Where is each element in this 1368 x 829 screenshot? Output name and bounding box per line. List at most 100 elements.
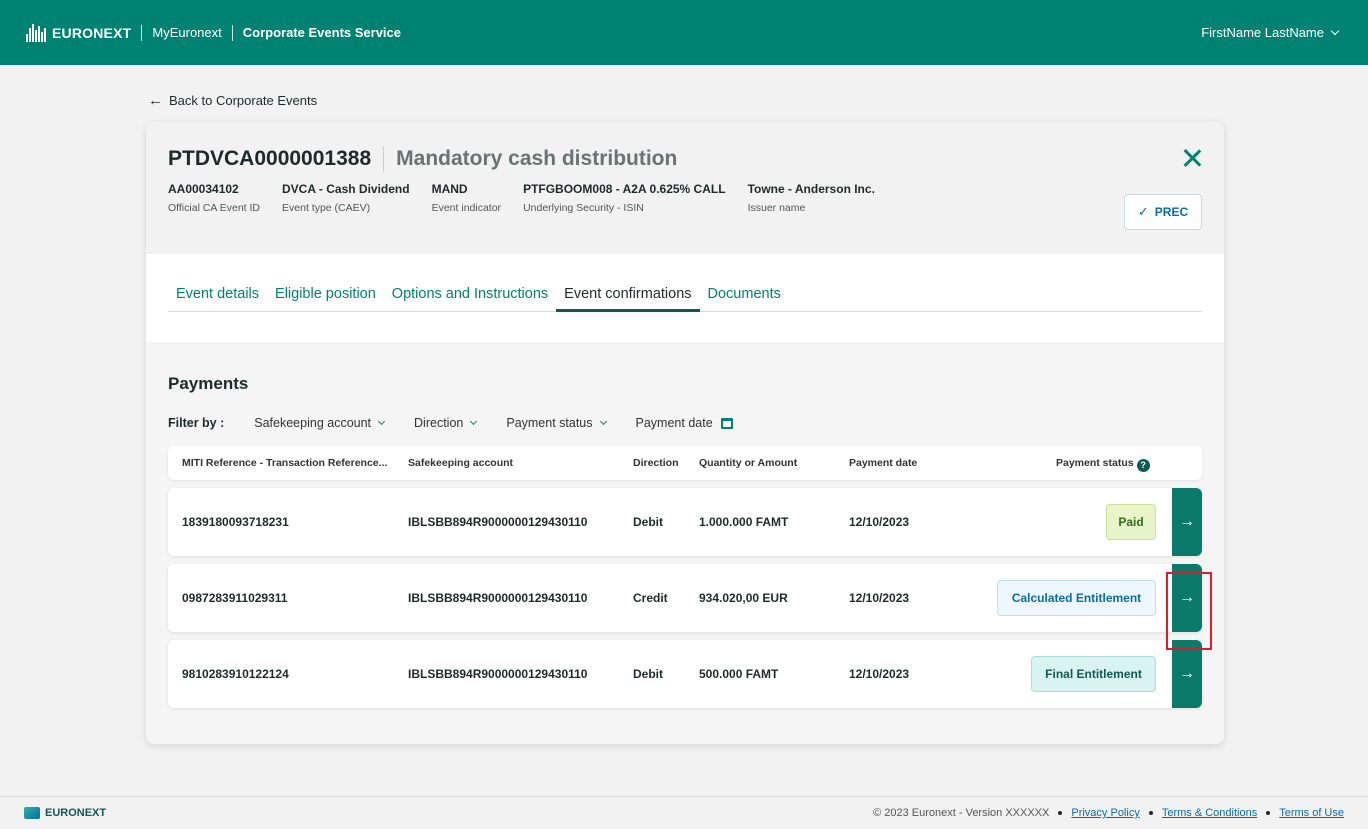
footer-logo-text: EURONEXT xyxy=(45,807,107,819)
separator-dot xyxy=(1266,811,1271,815)
tab-documents[interactable]: Documents xyxy=(700,286,789,312)
cell-date: 12/10/2023 xyxy=(849,591,910,605)
cell-date: 12/10/2023 xyxy=(849,667,910,681)
filter-payment-status[interactable]: Payment status xyxy=(506,416,607,430)
tab-bar: Event details Eligible position Options … xyxy=(168,286,1202,312)
privacy-policy-link[interactable]: Privacy Policy xyxy=(1071,807,1139,819)
table-row[interactable]: 9810283910122124 IBLSBB894R9000000129430… xyxy=(168,640,1202,708)
meta-label: Official CA Event ID xyxy=(168,202,261,214)
meta-label: Event type (CAEV) xyxy=(282,202,371,214)
cell-amount: 1.000.000 FAMT xyxy=(699,515,789,529)
cell-account: IBLSBB894R9000000129430110 xyxy=(408,515,588,529)
service-name[interactable]: Corporate Events Service xyxy=(243,25,401,40)
open-row-button[interactable]: → xyxy=(1172,488,1202,556)
filter-text: Direction xyxy=(414,416,464,430)
tabs-area: Event details Eligible position Options … xyxy=(168,254,1202,342)
meta-value: PTFGBOOM008 - A2A 0.625% CALL xyxy=(523,182,726,196)
payments-section: Payments Filter by : Safekeeping account… xyxy=(146,342,1224,744)
cell-amount: 500.000 FAMT xyxy=(699,667,779,681)
back-link[interactable]: ← Back to Corporate Events xyxy=(148,92,317,109)
prec-button[interactable]: ✓ PREC xyxy=(1124,194,1202,230)
euronext-logo-icon xyxy=(26,23,46,42)
table-row[interactable]: 1839180093718231 IBLSBB894R9000000129430… xyxy=(168,488,1202,556)
separator-dot xyxy=(1058,811,1063,815)
col-payment-status-label: Payment status xyxy=(1056,457,1134,469)
footer: EURONEXT © 2023 Euronext - Version XXXXX… xyxy=(0,796,1368,829)
footer-links: © 2023 Euronext - Version XXXXXX Privacy… xyxy=(873,807,1344,819)
cell-amount: 934.020,00 EUR xyxy=(699,591,788,605)
event-header: PTDVCA0000001388 Mandatory cash distribu… xyxy=(146,122,1224,254)
open-row-button[interactable]: → xyxy=(1172,640,1202,708)
filter-text: Payment date xyxy=(635,416,713,430)
tab-event-confirmations[interactable]: Event confirmations xyxy=(556,286,700,312)
meta-isin: PTFGBOOM008 - A2A 0.625% CALL Underlying… xyxy=(523,182,726,214)
cell-direction: Debit xyxy=(633,667,663,681)
arrow-right-icon: → xyxy=(1179,513,1195,530)
meta-label: Issuer name xyxy=(747,202,806,214)
arrow-left-icon: ← xyxy=(148,92,163,109)
event-id: PTDVCA0000001388 xyxy=(168,147,372,170)
euronext-logo[interactable]: EURONEXT xyxy=(26,23,132,42)
filter-direction[interactable]: Direction xyxy=(414,416,478,430)
copyright: © 2023 Euronext - Version XXXXXX xyxy=(873,807,1050,819)
chevron-down-icon xyxy=(599,417,607,425)
terms-of-use-link[interactable]: Terms of Use xyxy=(1279,807,1344,819)
help-icon[interactable]: ? xyxy=(1136,458,1150,472)
col-safekeeping[interactable]: Safekeeping account xyxy=(408,457,513,469)
status-badge: Final Entitlement xyxy=(1031,656,1156,692)
filter-text: Payment status xyxy=(506,416,593,430)
col-reference[interactable]: MITI Reference - Transaction Reference..… xyxy=(182,457,387,469)
separator-dot xyxy=(1148,811,1153,815)
back-link-label: Back to Corporate Events xyxy=(169,93,318,108)
myeuronext-link[interactable]: MyEuronext xyxy=(152,25,221,40)
tab-event-details[interactable]: Event details xyxy=(168,286,267,312)
event-card: PTDVCA0000001388 Mandatory cash distribu… xyxy=(146,122,1224,744)
col-amount[interactable]: Quantity or Amount xyxy=(699,457,797,469)
meta-label: Event indicator xyxy=(431,202,502,214)
filter-bar: Filter by : Safekeeping account Directio… xyxy=(168,416,1202,430)
col-payment-status[interactable]: Payment status? xyxy=(1056,457,1150,472)
footer-logo[interactable]: EURONEXT xyxy=(24,807,106,819)
highlight-box xyxy=(1166,572,1212,650)
meta-issuer: Towne - Anderson Inc. Issuer name xyxy=(748,182,875,214)
event-name: Mandatory cash distribution xyxy=(396,147,678,170)
chevron-down-icon xyxy=(470,417,478,425)
cell-direction: Debit xyxy=(633,515,663,529)
meta-official-id: AA00034102 Official CA Event ID xyxy=(168,182,260,214)
status-badge: Paid xyxy=(1106,504,1156,540)
cell-account: IBLSBB894R9000000129430110 xyxy=(408,667,588,681)
tab-options-instructions[interactable]: Options and Instructions xyxy=(384,286,556,312)
tab-eligible-position[interactable]: Eligible position xyxy=(267,286,384,312)
cell-account: IBLSBB894R9000000129430110 xyxy=(408,591,588,605)
top-bar: EURONEXT MyEuronext Corporate Events Ser… xyxy=(0,0,1368,65)
user-menu[interactable]: FirstName LastName xyxy=(1201,0,1340,65)
meta-event-indicator: MAND Event indicator xyxy=(432,182,501,214)
col-payment-date[interactable]: Payment date xyxy=(849,457,917,469)
cell-reference: 0987283911029311 xyxy=(182,591,288,605)
filter-payment-date[interactable]: Payment date xyxy=(636,416,733,430)
table-row[interactable]: 0987283911029311 IBLSBB894R9000000129430… xyxy=(168,564,1202,632)
chevron-down-icon xyxy=(1330,26,1340,35)
euronext-logo-icon xyxy=(24,807,40,819)
logo-text: EURONEXT xyxy=(52,24,132,41)
check-icon: ✓ xyxy=(1137,204,1149,219)
divider xyxy=(141,24,143,41)
cell-reference: 1839180093718231 xyxy=(182,515,289,529)
filter-label: Filter by : xyxy=(168,416,225,430)
meta-value: DVCA - Cash Dividend xyxy=(282,182,410,196)
prec-label: PREC xyxy=(1154,205,1189,219)
close-icon[interactable] xyxy=(1182,148,1202,168)
meta-event-type: DVCA - Cash Dividend Event type (CAEV) xyxy=(282,182,410,214)
terms-conditions-link[interactable]: Terms & Conditions xyxy=(1162,807,1257,819)
section-title: Payments xyxy=(168,374,249,393)
meta-value: AA00034102 xyxy=(168,182,239,196)
divider xyxy=(231,24,233,41)
filter-safekeeping[interactable]: Safekeeping account xyxy=(254,416,386,430)
filter-text: Safekeeping account xyxy=(254,416,372,430)
user-name: FirstName LastName xyxy=(1201,25,1324,40)
meta-label: Underlying Security - ISIN xyxy=(523,202,644,214)
arrow-right-icon: → xyxy=(1179,665,1195,682)
cell-reference: 9810283910122124 xyxy=(182,667,289,681)
table-header: MITI Reference - Transaction Reference..… xyxy=(168,446,1202,480)
col-direction[interactable]: Direction xyxy=(633,457,679,469)
